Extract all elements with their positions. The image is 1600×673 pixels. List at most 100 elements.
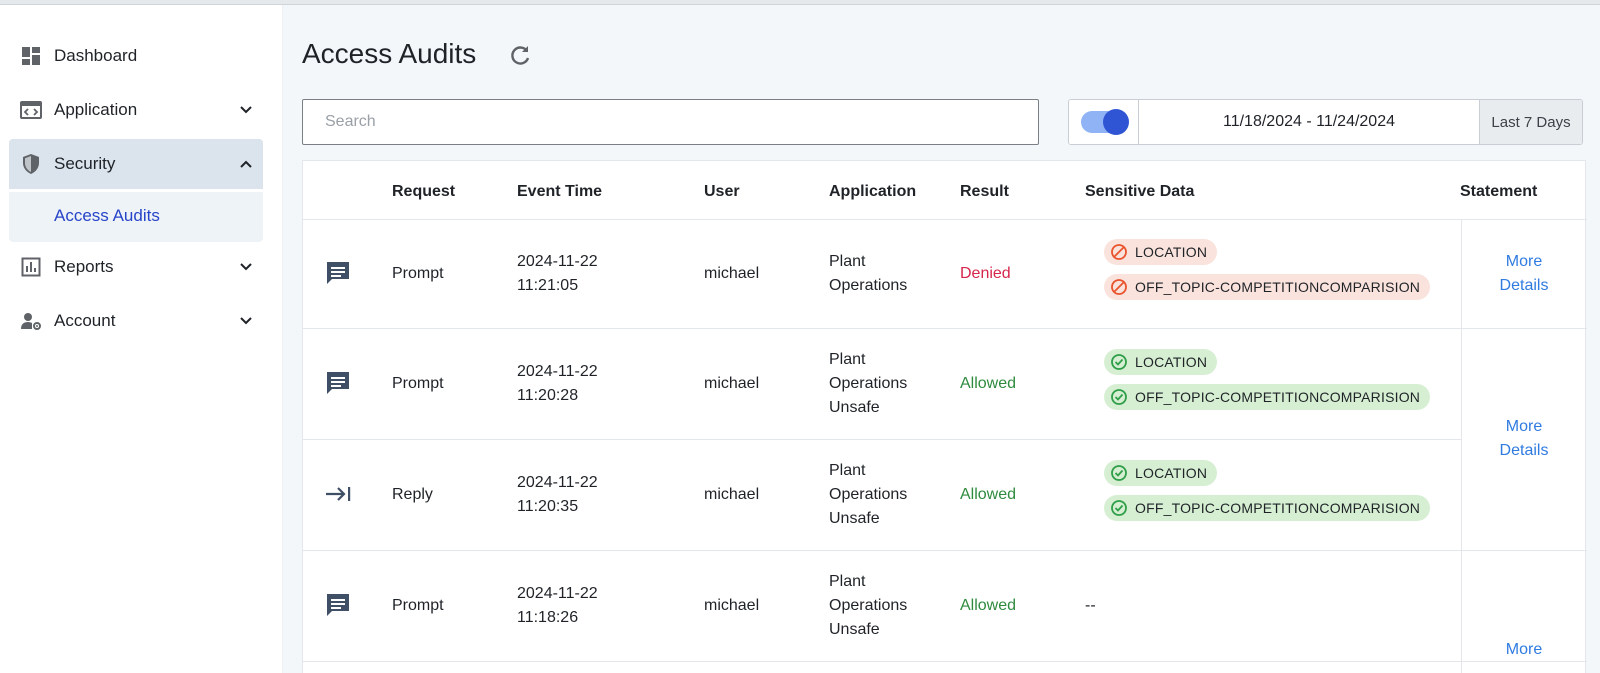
user-name: michael (704, 375, 760, 392)
result-status: Denied (960, 265, 1011, 282)
column-header-application[interactable]: Application (829, 183, 916, 201)
event-date: 2024-11-22 (517, 363, 598, 380)
row-divider (303, 661, 1587, 662)
sidebar-item-label: Dashboard (54, 46, 138, 65)
sensitive-data-chip: LOCATION (1104, 460, 1218, 486)
sidebar-item-security[interactable]: Security (9, 139, 263, 189)
toggle-cell (1069, 100, 1139, 144)
sensitive-data-empty: -- (1085, 597, 1096, 614)
sidebar-item-label: Security (54, 154, 116, 173)
blocked-icon (1110, 278, 1128, 296)
application-name: Plant (829, 351, 866, 368)
event-date: 2024-11-22 (517, 585, 598, 602)
chip-label: LOCATION (1135, 244, 1208, 260)
chevron-down-icon (239, 103, 253, 117)
application-name: Unsafe (829, 621, 880, 638)
request-type: Prompt (392, 597, 444, 614)
column-header-event-time[interactable]: Event Time (517, 183, 602, 201)
column-header-sensitive-data[interactable]: Sensitive Data (1085, 183, 1194, 201)
result-status: Allowed (960, 486, 1017, 503)
application-name: Unsafe (829, 399, 880, 416)
check-circle-icon (1110, 464, 1128, 482)
user-name: michael (704, 486, 760, 503)
chevron-down-icon (239, 260, 253, 274)
chip-label: OFF_TOPIC-COMPETITIONCOMPARISION (1135, 389, 1421, 405)
sidebar-subitem-access-audits[interactable]: Access Audits (54, 206, 160, 226)
application-name: Unsafe (829, 510, 880, 527)
event-clock: 11:18:26 (517, 609, 579, 626)
sidebar-item-label: Application (54, 100, 138, 119)
chevron-down-icon (239, 314, 253, 328)
column-header-user[interactable]: User (704, 183, 740, 201)
chip-label: OFF_TOPIC-COMPETITIONCOMPARISION (1135, 279, 1421, 295)
search-input[interactable] (302, 99, 1039, 145)
request-type: Prompt (392, 375, 444, 392)
chat-icon (324, 369, 352, 397)
sidebar-item-application[interactable]: Application (9, 85, 263, 135)
application-name: Plant (829, 573, 866, 590)
date-preset-button[interactable]: Last 7 Days (1480, 100, 1582, 144)
sidebar-item-dashboard[interactable]: Dashboard (9, 31, 263, 81)
more-details-link[interactable]: More (1461, 638, 1587, 662)
date-filter: 11/18/2024 - 11/24/2024 Last 7 Days (1068, 99, 1583, 145)
row-divider (303, 219, 1587, 220)
application-code-icon (20, 99, 42, 121)
dashboard-icon (20, 45, 42, 67)
request-type: Prompt (392, 265, 444, 282)
sensitive-data-chip: OFF_TOPIC-COMPETITIONCOMPARISION (1104, 384, 1431, 410)
sensitive-data-chip: OFF_TOPIC-COMPETITIONCOMPARISION (1104, 495, 1431, 521)
application-name: Operations (829, 375, 908, 392)
page-title: Access Audits (302, 38, 477, 69)
sidebar: Dashboard Application Security Access Au… (0, 5, 283, 673)
sidebar-item-label: Account (54, 311, 116, 330)
result-status: Allowed (960, 597, 1017, 614)
event-clock: 11:20:28 (517, 387, 579, 404)
main-content: Access Audits 11/18/2024 - 11/24/2024 La… (283, 5, 1600, 673)
link-text: More (1505, 253, 1543, 270)
blocked-icon (1110, 243, 1128, 261)
user-settings-icon (20, 310, 42, 332)
sidebar-item-account[interactable]: Account (9, 296, 263, 346)
column-header-result[interactable]: Result (960, 183, 1009, 201)
date-range-field[interactable]: 11/18/2024 - 11/24/2024 (1139, 100, 1480, 144)
chip-label: OFF_TOPIC-COMPETITIONCOMPARISION (1135, 500, 1421, 516)
link-text: More (1505, 418, 1543, 435)
sensitive-data-chip: OFF_TOPIC-COMPETITIONCOMPARISION (1104, 274, 1431, 300)
chat-icon (324, 259, 352, 287)
row-divider (303, 439, 1461, 440)
toggle-knob (1102, 109, 1129, 135)
bar-chart-icon (20, 256, 42, 278)
user-name: michael (704, 597, 760, 614)
chat-icon (324, 591, 352, 619)
application-name: Plant (829, 253, 866, 270)
row-divider (303, 328, 1587, 329)
chip-label: LOCATION (1135, 465, 1208, 481)
row-divider (303, 550, 1587, 551)
check-circle-icon (1110, 499, 1128, 517)
event-date: 2024-11-22 (517, 253, 598, 270)
application-name: Operations (829, 486, 908, 503)
link-text: More (1505, 641, 1543, 658)
refresh-icon[interactable] (507, 43, 533, 69)
link-text: Details (1499, 442, 1549, 459)
application-name: Operations (829, 597, 908, 614)
sidebar-item-reports[interactable]: Reports (9, 242, 263, 292)
result-status: Allowed (960, 375, 1017, 392)
more-details-link[interactable]: More Details (1461, 250, 1587, 298)
column-header-request[interactable]: Request (392, 183, 455, 201)
event-clock: 11:21:05 (517, 277, 579, 294)
event-date: 2024-11-22 (517, 474, 598, 491)
security-submenu: Access Audits (9, 192, 263, 242)
sensitive-data-chip: LOCATION (1104, 349, 1218, 375)
sidebar-item-label: Reports (54, 257, 114, 276)
check-circle-icon (1110, 353, 1128, 371)
chevron-up-icon (239, 157, 253, 171)
application-name: Operations (829, 277, 908, 294)
request-type: Reply (392, 486, 433, 503)
check-circle-icon (1110, 388, 1128, 406)
column-header-statement[interactable]: Statement (1460, 183, 1537, 201)
more-details-link[interactable]: More Details (1461, 415, 1587, 463)
date-filter-toggle[interactable] (1080, 109, 1129, 135)
audit-table: Request Event Time User Application Resu… (302, 160, 1587, 673)
user-name: michael (704, 265, 760, 282)
